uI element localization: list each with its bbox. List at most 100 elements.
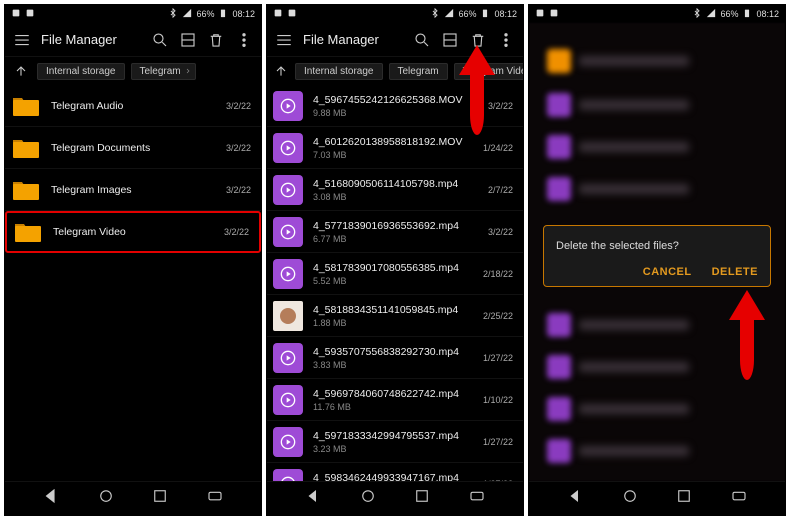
- file-name: 4_5935707556838292730.mp4: [313, 346, 473, 358]
- folder-row[interactable]: Telegram Documents 3/2/22: [5, 127, 261, 169]
- file-date: 1/27/22: [483, 437, 513, 447]
- bluetooth-icon: [168, 8, 178, 20]
- file-size: 1.88 MB: [313, 318, 473, 328]
- search-icon[interactable]: [413, 31, 431, 49]
- file-size: 3.23 MB: [313, 444, 473, 454]
- battery-icon: [742, 8, 752, 20]
- up-folder-icon[interactable]: [273, 61, 289, 81]
- android-nav-bar: [267, 481, 523, 515]
- nav-extra-icon[interactable]: [468, 487, 486, 510]
- file-date: 3/2/22: [488, 227, 513, 237]
- android-status-bar: 66% 08:12: [267, 5, 523, 23]
- file-row[interactable]: 4_5935707556838292730.mp4 3.83 MB 1/27/22: [267, 337, 523, 379]
- nav-recent-icon[interactable]: [151, 487, 169, 510]
- signal-icon: [444, 8, 454, 20]
- nav-back-icon[interactable]: [566, 487, 584, 510]
- file-row[interactable]: 4_5168090506114105798.mp43.08 MB2/7/22: [267, 169, 523, 211]
- file-row[interactable]: 4_5969784060748622742.mp411.76 MB1/10/22: [267, 379, 523, 421]
- folder-row[interactable]: Telegram Audio 3/2/22: [5, 85, 261, 127]
- file-size: 6.77 MB: [313, 234, 478, 244]
- signal-icon: [706, 8, 716, 20]
- overflow-menu-icon[interactable]: [235, 31, 253, 49]
- overflow-menu-icon[interactable]: [497, 31, 515, 49]
- file-name: 4_6012620138958818192.MOV: [313, 136, 473, 148]
- nav-back-icon[interactable]: [304, 487, 322, 510]
- trash-icon[interactable]: [207, 31, 225, 49]
- status-notification-icon: [11, 8, 21, 20]
- nav-extra-icon[interactable]: [206, 487, 224, 510]
- file-name: 4_5971833342994795537.mp4: [313, 430, 473, 442]
- folder-name: Telegram Video: [53, 226, 214, 238]
- breadcrumb-item[interactable]: Internal storage: [295, 63, 383, 80]
- video-file-icon: [273, 175, 303, 205]
- video-file-icon: [273, 91, 303, 121]
- file-name: 4_5969784060748622742.mp4: [313, 388, 473, 400]
- file-name: 4_5817839017080556385.mp4: [313, 262, 473, 274]
- file-size: 5.52 MB: [313, 276, 473, 286]
- hamburger-menu-icon[interactable]: [275, 31, 293, 49]
- battery-percent: 66%: [196, 9, 214, 19]
- folder-date: 3/2/22: [226, 185, 251, 195]
- folder-icon: [11, 91, 41, 121]
- nav-home-icon[interactable]: [359, 487, 377, 510]
- nav-extra-icon[interactable]: [730, 487, 748, 510]
- file-size: 11.76 MB: [313, 402, 473, 412]
- file-row[interactable]: 4_5983462449933947167.mp46.28 MB1/27/22: [267, 463, 523, 481]
- video-file-icon: [273, 259, 303, 289]
- breadcrumb-item[interactable]: Telegram: [389, 63, 448, 80]
- battery-percent: 66%: [458, 9, 476, 19]
- search-icon[interactable]: [151, 31, 169, 49]
- dialog-cancel-button[interactable]: CANCEL: [643, 266, 692, 278]
- folder-date: 3/2/22: [226, 143, 251, 153]
- breadcrumb-item[interactable]: Internal storage: [37, 63, 125, 80]
- file-row[interactable]: 4_5771839016936553692.mp4 6.77 MB 3/2/22: [267, 211, 523, 253]
- screenshot-step-2: 66% 08:12 File Manager Internal storage …: [266, 4, 524, 516]
- up-folder-icon[interactable]: [11, 61, 31, 81]
- android-nav-bar: [5, 481, 261, 515]
- app-title: File Manager: [41, 32, 141, 47]
- file-row[interactable]: 4_5818834351141059845.mp4 1.88 MB 2/25/22: [267, 295, 523, 337]
- file-name: 4_5818834351141059845.mp4: [313, 304, 473, 316]
- file-date: 2/25/22: [483, 311, 513, 321]
- file-name: 4_5967455242126625368.MOV: [313, 94, 478, 106]
- nav-recent-icon[interactable]: [413, 487, 431, 510]
- status-time: 08:12: [232, 9, 255, 19]
- app-title: File Manager: [303, 32, 403, 47]
- chevron-right-icon: [184, 67, 192, 75]
- folder-name: Telegram Documents: [51, 142, 216, 154]
- breadcrumb-item[interactable]: Telegram: [131, 63, 196, 80]
- nav-home-icon[interactable]: [97, 487, 115, 510]
- file-row[interactable]: 4_5971833342994795537.mp4 3.23 MB 1/27/22: [267, 421, 523, 463]
- dialog-delete-button[interactable]: DELETE: [712, 266, 758, 278]
- file-date: 1/24/22: [483, 143, 513, 153]
- file-row[interactable]: 4_5817839017080556385.mp4 5.52 MB 2/18/22: [267, 253, 523, 295]
- nav-recent-icon[interactable]: [675, 487, 693, 510]
- file-name: 4_5771839016936553692.mp4: [313, 220, 478, 232]
- video-file-icon: [273, 385, 303, 415]
- video-file-icon: [273, 217, 303, 247]
- file-date: 2/18/22: [483, 269, 513, 279]
- dialog-message: Delete the selected files?: [556, 240, 758, 252]
- folder-row[interactable]: Telegram Images 3/2/22: [5, 169, 261, 211]
- folder-list: Telegram Audio 3/2/22 Telegram Documents…: [5, 85, 261, 481]
- folder-date: 3/2/22: [226, 101, 251, 111]
- file-name: 4_5983462449933947167.mp4: [313, 472, 473, 482]
- battery-icon: [218, 8, 228, 20]
- status-notification-icon: [549, 8, 559, 20]
- android-status-bar: 66% 08:12: [5, 5, 261, 23]
- file-date: 1/27/22: [483, 353, 513, 363]
- file-size: 3.83 MB: [313, 360, 473, 370]
- file-size: 3.08 MB: [313, 192, 478, 202]
- status-notification-icon: [273, 8, 283, 20]
- folder-row-highlighted[interactable]: Telegram Video 3/2/22: [5, 211, 261, 253]
- app-header: File Manager: [5, 23, 261, 57]
- folder-name: Telegram Images: [51, 184, 216, 196]
- hamburger-menu-icon[interactable]: [13, 31, 31, 49]
- file-date: 2/7/22: [488, 185, 513, 195]
- nav-back-icon[interactable]: [42, 487, 60, 510]
- view-grid-icon[interactable]: [179, 31, 197, 49]
- video-file-icon: [273, 427, 303, 457]
- folder-name: Telegram Audio: [51, 100, 216, 112]
- nav-home-icon[interactable]: [621, 487, 639, 510]
- status-time: 08:12: [756, 9, 779, 19]
